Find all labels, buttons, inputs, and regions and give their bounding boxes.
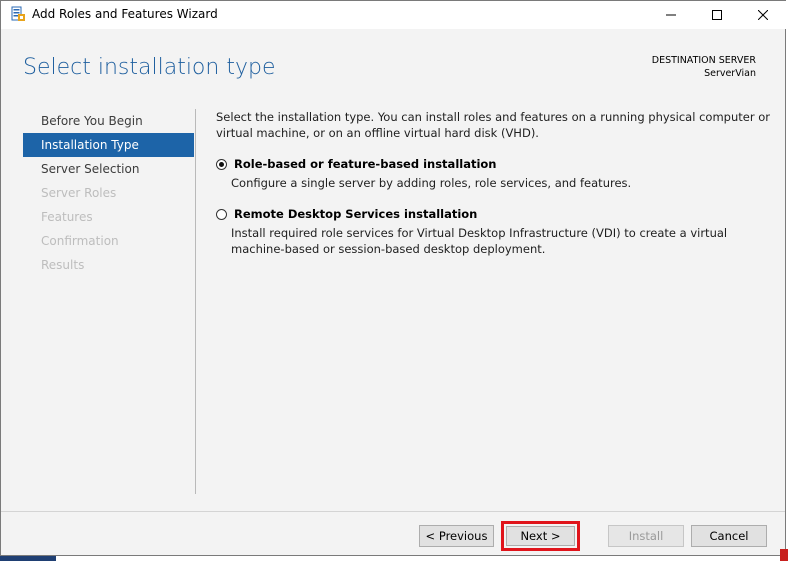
- nav-item-before-you-begin[interactable]: Before You Begin: [23, 109, 194, 133]
- option-role-based-description: Configure a single server by adding role…: [231, 176, 632, 190]
- nav-item-installation-type[interactable]: Installation Type: [23, 133, 194, 157]
- nav-item-server-roles: Server Roles: [41, 186, 117, 200]
- footer-separator: [1, 511, 785, 512]
- close-button[interactable]: [740, 1, 786, 29]
- option-remote-desktop-row[interactable]: Remote Desktop Services installation: [216, 205, 771, 223]
- intro-text: Select the installation type. You can in…: [216, 110, 770, 140]
- window-title: Add Roles and Features Wizard: [32, 7, 218, 21]
- minimize-icon: [666, 10, 676, 20]
- option-remote-desktop-title[interactable]: Remote Desktop Services installation: [234, 207, 477, 221]
- server-manager-icon: [10, 6, 26, 22]
- previous-button[interactable]: < Previous: [419, 525, 494, 547]
- nav-item-server-selection[interactable]: Server Selection: [23, 157, 194, 181]
- maximize-button[interactable]: [694, 1, 740, 29]
- nav-divider: [195, 109, 196, 494]
- option-remote-desktop: Remote Desktop Services installation Ins…: [216, 205, 771, 257]
- option-role-based: Role-based or feature-based installation…: [216, 155, 771, 191]
- page-title: Select installation type: [23, 55, 276, 80]
- nav-item-features: Features: [41, 210, 93, 224]
- remote-desktop-radio[interactable]: [216, 208, 227, 220]
- wizard-nav: Before You Begin Installation Type Serve…: [23, 109, 194, 277]
- option-remote-desktop-description: Install required role services for Virtu…: [231, 226, 728, 256]
- taskbar-edge: [0, 556, 56, 561]
- cancel-button[interactable]: Cancel: [691, 525, 767, 547]
- option-role-based-title[interactable]: Role-based or feature-based installation: [234, 157, 496, 171]
- title-bar[interactable]: Add Roles and Features Wizard: [1, 1, 787, 29]
- close-icon: [758, 10, 768, 20]
- wizard-window: Add Roles and Features Wizard Select ins…: [0, 0, 787, 556]
- highlight-edge: [780, 549, 788, 561]
- nav-item-results: Results: [41, 258, 85, 272]
- destination-server-label: DESTINATION SERVER: [651, 55, 756, 66]
- nav-item-confirmation: Confirmation: [41, 234, 119, 248]
- maximize-icon: [712, 10, 722, 20]
- option-role-based-row[interactable]: Role-based or feature-based installation: [216, 155, 771, 173]
- install-button: Install: [608, 525, 684, 547]
- role-based-radio[interactable]: [216, 158, 227, 170]
- destination-server-name: ServerVian: [704, 68, 756, 79]
- next-button[interactable]: Next >: [506, 526, 575, 546]
- content-pane: Select the installation type. You can in…: [216, 109, 771, 257]
- minimize-button[interactable]: [648, 1, 694, 29]
